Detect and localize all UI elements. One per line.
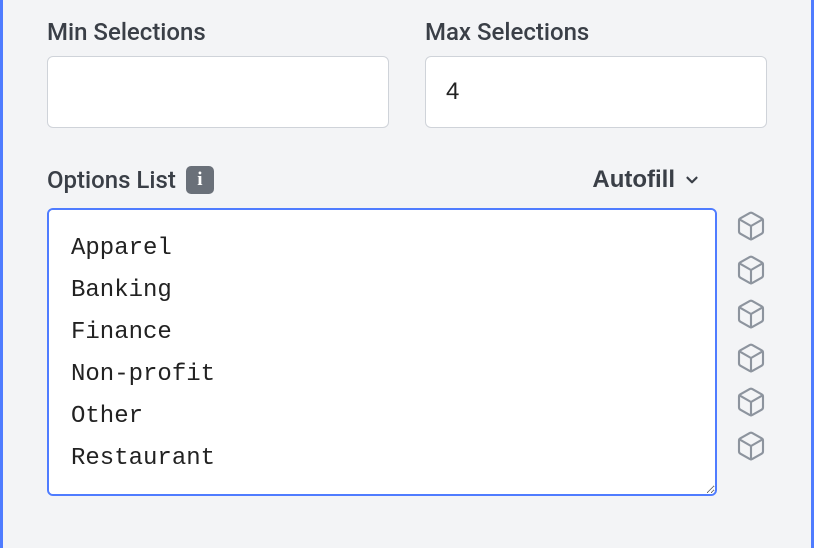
options-body	[47, 208, 767, 496]
cube-icon[interactable]	[735, 342, 767, 374]
info-icon[interactable]: i	[186, 166, 214, 194]
form-panel: Min Selections Max Selections Options Li…	[0, 0, 814, 548]
max-selections-input[interactable]	[425, 56, 767, 128]
options-list-textarea[interactable]	[47, 208, 717, 496]
cube-icon-column	[735, 208, 767, 462]
options-list-label: Options List	[47, 166, 176, 194]
min-selections-field: Min Selections	[47, 18, 389, 128]
cube-icon[interactable]	[735, 430, 767, 462]
autofill-label: Autofill	[592, 166, 675, 194]
cube-icon[interactable]	[735, 254, 767, 286]
cube-icon[interactable]	[735, 298, 767, 330]
chevron-down-icon	[683, 171, 701, 189]
cube-icon[interactable]	[735, 210, 767, 242]
autofill-button[interactable]: Autofill	[586, 162, 707, 198]
max-selections-label: Max Selections	[425, 18, 767, 46]
min-selections-input[interactable]	[47, 56, 389, 128]
selections-row: Min Selections Max Selections	[47, 18, 767, 128]
min-selections-label: Min Selections	[47, 18, 389, 46]
cube-icon[interactable]	[735, 386, 767, 418]
options-header: Options List i Autofill	[47, 162, 767, 198]
max-selections-field: Max Selections	[425, 18, 767, 128]
options-label-group: Options List i	[47, 166, 214, 194]
